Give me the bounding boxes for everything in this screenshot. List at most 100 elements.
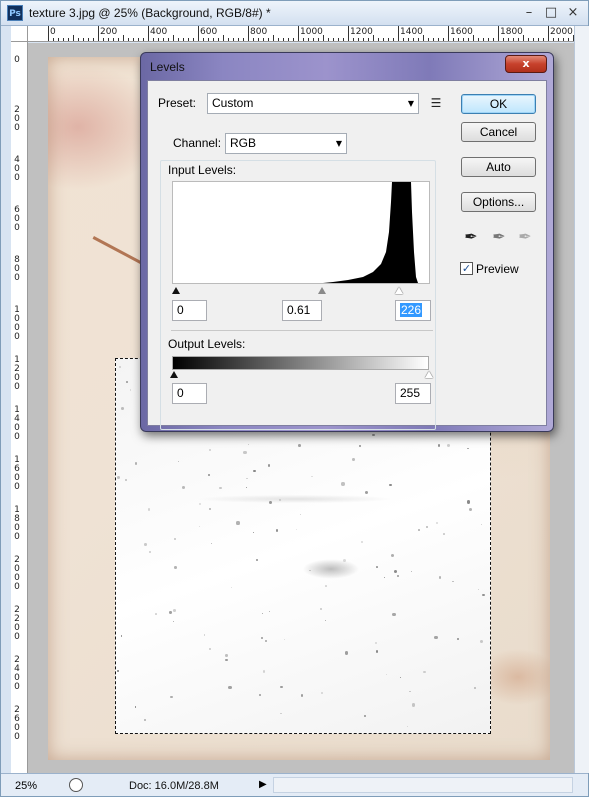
ruler-tick <box>403 38 404 41</box>
horizontal-scrollbar[interactable] <box>273 777 573 793</box>
ruler-h-label: 1400 <box>400 27 423 37</box>
texture-speck <box>360 540 363 544</box>
input-black-handle[interactable] <box>172 287 180 294</box>
auto-button[interactable]: Auto <box>461 157 536 177</box>
texture-speck <box>147 508 151 511</box>
texture-speck <box>410 570 412 573</box>
texture-speck <box>309 569 311 572</box>
output-white-handle[interactable] <box>425 371 433 378</box>
horizontal-ruler[interactable]: 0 200 400 600 800 1000 1200 1400 1600 1800 2000 <box>28 26 574 42</box>
ruler-tick <box>93 38 94 41</box>
ruler-tick <box>338 38 339 41</box>
zoom-level-field[interactable]: 25% <box>15 778 63 794</box>
ruler-tick <box>263 38 264 41</box>
texture-speck <box>126 381 128 384</box>
ruler-tick <box>518 38 519 41</box>
texture-speck <box>246 477 249 480</box>
ruler-tick <box>463 38 464 41</box>
ruler-tick <box>418 38 419 41</box>
status-menu-arrow-icon[interactable]: ▶ <box>259 778 271 792</box>
preset-options-icon[interactable]: ☰ <box>425 92 447 114</box>
ruler-tick <box>563 38 564 41</box>
input-white-value: 226 <box>400 303 423 317</box>
options-button[interactable]: Options... <box>461 192 536 212</box>
minimize-button[interactable]: – <box>519 5 539 21</box>
levels-titlebar[interactable]: Levels x <box>141 53 553 79</box>
texture-speck <box>149 551 152 554</box>
texture-speck <box>253 469 256 473</box>
preview-checkbox[interactable]: ✓ <box>460 262 473 275</box>
ruler-v-label: 0 <box>14 55 20 65</box>
texture-speck <box>341 482 345 486</box>
levels-close-button[interactable]: x <box>505 55 547 73</box>
ruler-tick <box>508 38 509 41</box>
preset-dropdown[interactable]: Custom ▼ <box>207 93 419 114</box>
ruler-tick <box>208 38 209 41</box>
ruler-tick <box>343 38 344 41</box>
texture-speck <box>124 478 128 482</box>
ruler-v-label: 2000 <box>14 555 20 592</box>
preset-value: Custom <box>212 96 254 110</box>
status-info-icon[interactable] <box>69 778 83 792</box>
texture-speck <box>173 537 177 540</box>
ruler-tick <box>273 35 274 41</box>
ruler-tick <box>443 38 444 41</box>
ruler-tick <box>328 38 329 41</box>
ruler-h-label: 1800 <box>500 27 523 37</box>
gray-eyedropper-icon[interactable]: ✒ <box>488 226 510 248</box>
texture-speck <box>372 433 376 437</box>
texture-speck <box>252 531 254 533</box>
ruler-tick <box>228 38 229 41</box>
channel-dropdown[interactable]: RGB ▼ <box>225 133 347 154</box>
texture-speck <box>269 500 273 505</box>
texture-speck <box>473 686 476 689</box>
texture-speck <box>451 580 454 583</box>
input-gamma-handle[interactable] <box>318 287 326 294</box>
ruler-tick <box>128 38 129 41</box>
input-white-handle[interactable] <box>395 287 403 294</box>
texture-speck <box>169 611 172 614</box>
ruler-tick <box>283 38 284 41</box>
texture-speck <box>262 670 266 673</box>
ruler-v-label: 1400 <box>14 405 20 442</box>
texture-speck <box>236 521 240 525</box>
texture-speck <box>225 653 229 657</box>
texture-speck <box>390 554 395 558</box>
output-gradient-bar <box>172 356 429 370</box>
close-button[interactable]: × <box>563 5 583 21</box>
channel-label: Channel: <box>170 136 225 150</box>
texture-speck <box>319 607 322 610</box>
output-black-handle[interactable] <box>170 371 178 378</box>
ruler-tick <box>483 38 484 41</box>
texture-speck <box>258 694 261 696</box>
ruler-tick <box>433 38 434 41</box>
white-eyedropper-icon[interactable]: ✒ <box>514 226 536 248</box>
vertical-ruler[interactable]: 0 200 400 600 800 1000 1200 1400 1600 1800 2000 220… <box>11 42 28 773</box>
ruler-tick <box>323 35 324 41</box>
document-titlebar[interactable]: Ps texture 3.jpg @ 25% (Background, RGB/… <box>1 1 588 26</box>
texture-speck <box>399 676 402 679</box>
ruler-tick <box>48 26 49 41</box>
ruler-tick <box>368 38 369 41</box>
input-gamma-field[interactable]: 0.61 <box>282 300 322 321</box>
input-white-field[interactable]: 226 <box>395 300 431 321</box>
texture-speck <box>375 642 378 645</box>
ruler-tick <box>213 38 214 41</box>
ruler-tick <box>523 35 524 41</box>
ruler-tick <box>423 35 424 41</box>
black-eyedropper-icon[interactable]: ✒ <box>460 226 482 248</box>
texture-speck <box>443 533 445 535</box>
maximize-button[interactable]: □ <box>541 5 561 21</box>
cancel-button[interactable]: Cancel <box>461 122 536 142</box>
texture-speck <box>268 464 271 467</box>
ok-button[interactable]: OK <box>461 94 536 114</box>
texture-speck <box>134 706 136 708</box>
ruler-tick <box>253 38 254 41</box>
output-black-field[interactable]: 0 <box>172 383 207 404</box>
input-black-field[interactable]: 0 <box>172 300 207 321</box>
output-white-field[interactable]: 255 <box>395 383 431 404</box>
ruler-origin[interactable] <box>11 26 28 42</box>
texture-speck <box>296 528 298 530</box>
texture-speck <box>211 542 213 544</box>
vertical-scrollbar[interactable] <box>574 26 589 773</box>
